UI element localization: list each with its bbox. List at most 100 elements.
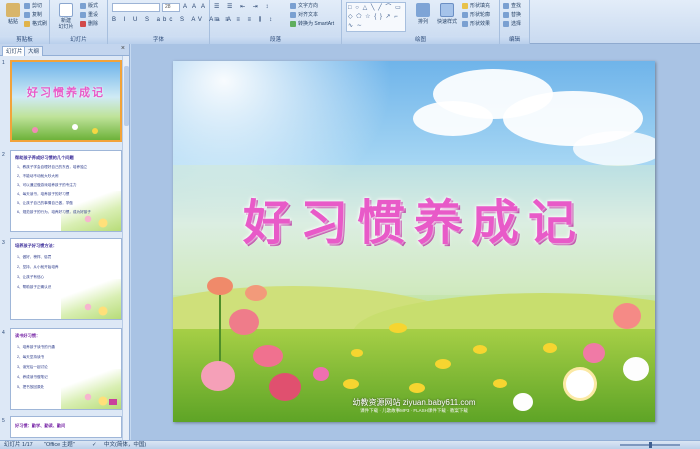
- slide-thumbnail-4[interactable]: 读书好习惯： 1、培养孩子读书的兴趣 2、每天坚持读书 3、读完后一起讨论 4、…: [10, 328, 122, 410]
- shape-outline-button[interactable]: 形状轮廓: [462, 11, 490, 19]
- shape-effects-icon: [462, 21, 468, 27]
- thumb-line: 4、每天读书，培养孩子的好习惯: [17, 192, 70, 196]
- yellow-flower: [435, 359, 451, 369]
- align-buttons[interactable]: ≡ ≡ ≡ ≡ ⫼ ↕: [214, 16, 275, 25]
- shape-fill-icon: [462, 3, 468, 9]
- delete-icon: [80, 21, 86, 27]
- new-slide-icon: [59, 3, 73, 17]
- pink-flower: [313, 367, 329, 381]
- slides-label: 幻灯片: [50, 36, 107, 44]
- slide-footer-sub: 课件下载 · 儿歌故事MP3 · FLASH课件下载 · 教案下载: [360, 408, 468, 413]
- thumb-title: 读书好习惯：: [15, 333, 41, 338]
- flower-stem: [219, 291, 221, 361]
- arrange-button[interactable]: 排列: [412, 2, 434, 30]
- slide-footer: 幼教资源网站 ziyuan.baby611.com: [352, 398, 476, 407]
- tab-slides[interactable]: 幻灯片: [2, 46, 27, 56]
- thumb-line: 5、让孩子自己的事情自己做，学做: [17, 201, 73, 205]
- quick-styles-icon: [440, 3, 454, 17]
- cloud: [573, 131, 655, 166]
- current-slide[interactable]: 好习惯养成记 幼教资源网站 ziyuan.baby611.com 课件下载 · …: [173, 61, 655, 422]
- panel-scrollbar[interactable]: [122, 56, 129, 440]
- scrollbar-thumb[interactable]: [124, 66, 129, 126]
- smartart-icon: [290, 21, 296, 27]
- daisy-flower: [563, 367, 597, 401]
- reset-button[interactable]: 重设: [80, 11, 98, 19]
- slide-thumbnail-2[interactable]: 帮助孩子养成好习惯的几个问题 1、教孩子学会自理好自己的东西，培养独立 2、不能…: [10, 150, 122, 232]
- thumb-title: 好习惯养成记: [27, 86, 105, 99]
- cut-button[interactable]: 剪切: [24, 2, 42, 10]
- slide-count: 幻灯片 1/17: [4, 442, 33, 448]
- thumb-flower: [32, 127, 38, 133]
- zoom-slider-knob[interactable]: [649, 442, 652, 448]
- thumb-line: 2、坚持，从小就开始培养: [17, 265, 59, 269]
- quick-styles-button[interactable]: 快速样式: [434, 2, 460, 30]
- pink-flower: [201, 361, 235, 391]
- thumb-line: 3、让孩子有信心: [17, 275, 45, 279]
- select-button[interactable]: 选择: [503, 20, 521, 28]
- yellow-flower: [543, 343, 557, 353]
- clipboard-label: 剪贴板: [0, 36, 49, 44]
- smartart-button[interactable]: 转换为 SmartArt: [290, 20, 334, 28]
- new-slide-button[interactable]: 新建 幻灯片: [53, 2, 79, 30]
- slide-thumbnail-3[interactable]: 培养孩子好习惯方法： 1、做好、榜样、惩罚 2、坚持，从小就开始培养 3、让孩子…: [10, 238, 122, 320]
- paste-button[interactable]: 粘贴: [2, 2, 24, 30]
- replace-button[interactable]: 替换: [503, 11, 521, 19]
- shape-effects-button[interactable]: 形状效果: [462, 20, 490, 28]
- paragraph-group: ☰ ☰ ⇤ ⇥ ↕ ≡ ≡ ≡ ≡ ⫼ ↕ 文字方向 对齐文本 转换为 Smar…: [210, 0, 342, 44]
- thumb-flower: [92, 128, 98, 134]
- layout-icon: [80, 3, 86, 9]
- slide-title[interactable]: 好习惯养成记: [173, 183, 655, 253]
- theme-name: "Office 主题": [44, 442, 75, 448]
- replace-icon: [503, 12, 509, 18]
- list-buttons[interactable]: ☰ ☰ ⇤ ⇥ ↕: [214, 3, 271, 12]
- grow-shrink-buttons[interactable]: A A A: [183, 3, 207, 12]
- thumb-line: 4、帮助孩子正确认识: [17, 285, 52, 289]
- thumb-flower: [72, 124, 78, 130]
- arrange-icon: [416, 3, 430, 17]
- find-button[interactable]: 查找: [503, 2, 521, 10]
- font-label: 字体: [108, 36, 209, 44]
- slide-number: 4: [2, 330, 5, 336]
- find-icon: [503, 3, 509, 9]
- slide-number: 2: [2, 152, 5, 158]
- text-direction-icon: [290, 3, 296, 9]
- yellow-flower: [389, 323, 407, 333]
- layout-button[interactable]: 版式: [80, 2, 98, 10]
- thumb-line: 2、不能动不动就大吵大闹: [17, 174, 59, 178]
- pink-flower: [613, 303, 641, 329]
- slide-thumbnail-5[interactable]: 好习惯：勤学、勤读、勤问: [10, 416, 122, 438]
- cut-icon: [24, 3, 30, 9]
- yellow-flower: [343, 379, 359, 389]
- slide-number: 1: [2, 60, 5, 66]
- yellow-flower: [409, 383, 425, 393]
- font-size-field[interactable]: 28: [162, 3, 180, 12]
- slides-group: 新建 幻灯片 版式 重设 删除 幻灯片: [50, 0, 108, 44]
- shape-fill-button[interactable]: 形状填充: [462, 2, 490, 10]
- format-painter-icon: [24, 21, 30, 27]
- ribbon: 粘贴 剪切 复制 格式刷 剪贴板 新建 幻灯片 版式 重设 删除 幻灯片 28 …: [0, 0, 700, 44]
- cloud: [413, 101, 493, 136]
- slide-number: 3: [2, 240, 5, 246]
- status-bar: 幻灯片 1/17 "Office 主题" ✓ 中文(简体，中国): [0, 440, 700, 449]
- close-icon[interactable]: ×: [121, 45, 125, 52]
- shapes-gallery[interactable]: □ ○ △ ╲ ╱ ⌒ ▭ ◇ ⬠ ☆ { } ↗ ⌐ ∿ ∼: [346, 2, 406, 32]
- thumb-line: 4、养成读书做笔记: [17, 375, 48, 379]
- thumb-line: 6、规范孩子的行为，培养好习惯，成为好孩子: [17, 210, 91, 214]
- copy-button[interactable]: 复制: [24, 11, 42, 19]
- font-name-field[interactable]: [112, 3, 160, 12]
- thumb-line: 3、可以通过做游戏培养孩子的专注力: [17, 183, 77, 187]
- slide-thumbnail-panel: 幻灯片 大纲 × 1 好习惯养成记 2 帮助孩子养成好习惯的几个问题 1、教孩子…: [0, 44, 130, 440]
- tab-outline[interactable]: 大纲: [24, 46, 44, 56]
- text-direction-button[interactable]: 文字方向: [290, 2, 318, 10]
- copy-icon: [24, 12, 30, 18]
- align-text-icon: [290, 12, 296, 18]
- format-painter-button[interactable]: 格式刷: [24, 20, 47, 28]
- slide-thumbnail-1[interactable]: 好习惯养成记: [10, 60, 122, 142]
- spell-check-icon[interactable]: ✓: [92, 441, 97, 449]
- paste-icon: [6, 3, 20, 17]
- language-indicator[interactable]: 中文(简体，中国): [104, 441, 146, 449]
- thumb-line: 1、培养孩子读书的兴趣: [17, 345, 55, 349]
- delete-button[interactable]: 删除: [80, 20, 98, 28]
- align-text-button[interactable]: 对齐文本: [290, 11, 318, 19]
- thumb-line: 3、读完后一起讨论: [17, 365, 48, 369]
